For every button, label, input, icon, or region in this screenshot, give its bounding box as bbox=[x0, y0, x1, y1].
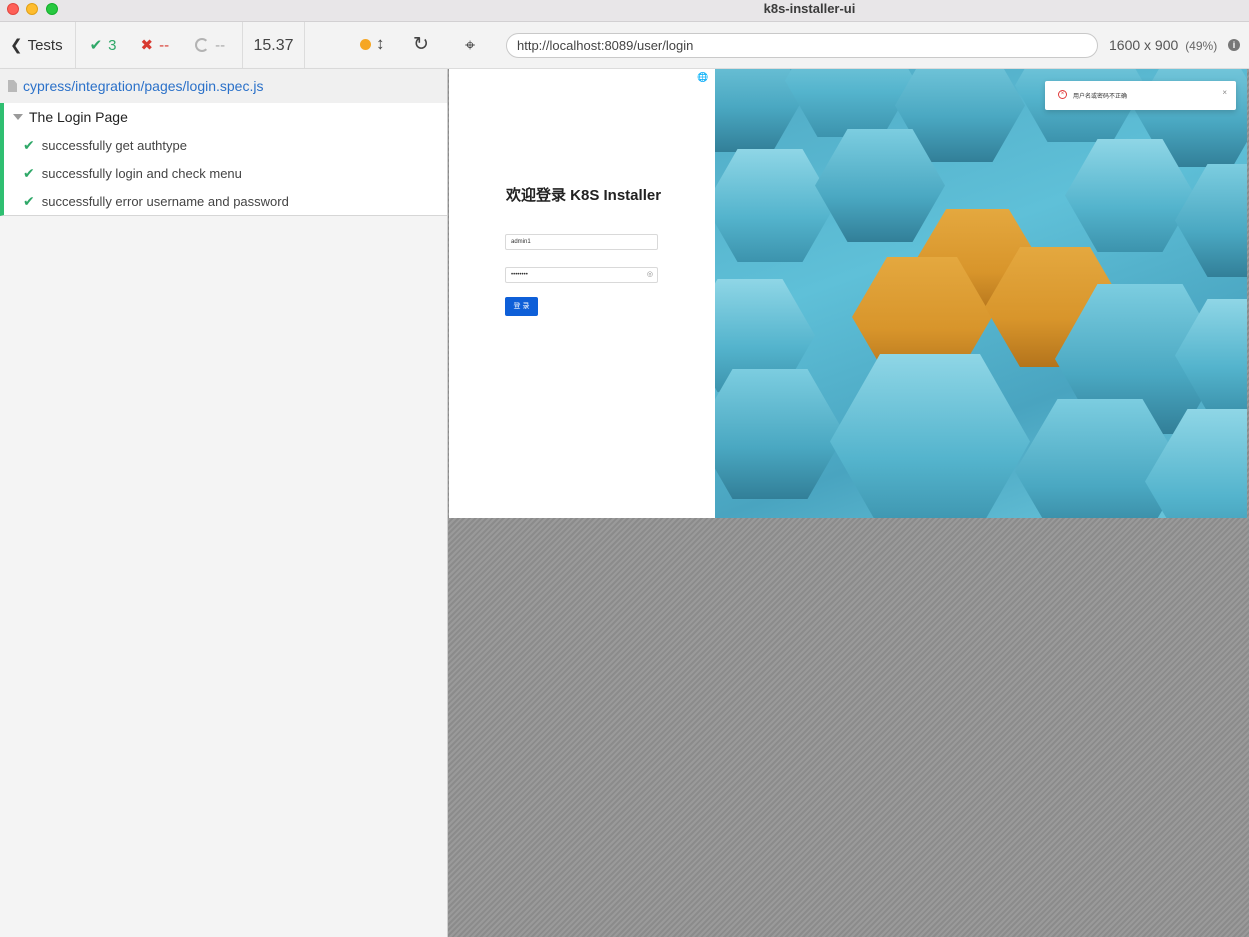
info-icon[interactable]: i bbox=[1228, 39, 1240, 51]
suite-header[interactable]: The Login Page bbox=[4, 103, 447, 131]
check-icon: ✔ bbox=[23, 164, 35, 181]
hexagon-shape bbox=[715, 149, 835, 262]
check-icon: ✔ bbox=[23, 192, 35, 209]
spinner-icon bbox=[195, 38, 210, 52]
test-title: successfully login and check menu bbox=[41, 165, 242, 181]
login-button[interactable]: 登 录 bbox=[505, 297, 538, 316]
app-frame: 🌐 欢迎登录 K8S Installer admin1 •••••••• ◎ 登… bbox=[449, 69, 1247, 518]
spec-file-link[interactable]: cypress/integration/pages/login.spec.js bbox=[23, 78, 263, 94]
crosshair-icon[interactable]: ⌖ bbox=[465, 35, 475, 56]
reload-icon[interactable]: ↻ bbox=[413, 33, 429, 56]
tests-label: Tests bbox=[27, 36, 63, 54]
file-icon bbox=[8, 80, 17, 92]
pending-value: -- bbox=[215, 36, 226, 54]
window-titlebar: k8s-installer-ui bbox=[0, 0, 1249, 22]
pending-count: -- bbox=[195, 37, 225, 54]
run-duration: 15.37 bbox=[242, 22, 305, 69]
url-bar[interactable]: http://localhost:8089/user/login bbox=[506, 33, 1098, 58]
test-item[interactable]: ✔ successfully error username and passwo… bbox=[4, 187, 447, 215]
error-circle-icon: × bbox=[1058, 90, 1067, 99]
spec-file-header: cypress/integration/pages/login.spec.js bbox=[0, 69, 447, 103]
failed-value: -- bbox=[159, 36, 170, 54]
login-form-panel: 🌐 欢迎登录 K8S Installer admin1 •••••••• ◎ 登… bbox=[449, 69, 715, 518]
reporter-panel: cypress/integration/pages/login.spec.js … bbox=[0, 69, 448, 937]
close-icon[interactable]: × bbox=[1222, 88, 1227, 97]
passed-value: 3 bbox=[108, 36, 117, 54]
test-suite: The Login Page ✔ successfully get authty… bbox=[0, 103, 447, 216]
globe-icon[interactable]: 🌐 bbox=[697, 72, 708, 83]
tests-button[interactable]: ❮ Tests bbox=[0, 22, 76, 68]
password-value: •••••••• bbox=[511, 272, 528, 278]
app-under-test-area: 🌐 欢迎登录 K8S Installer admin1 •••••••• ◎ 登… bbox=[448, 69, 1249, 937]
check-icon: ✔ bbox=[23, 136, 35, 153]
hexagon-shape bbox=[830, 354, 1030, 518]
browser-toolbar: ⌖ http://localhost:8089/user/login 1600 … bbox=[448, 22, 1249, 69]
reporter-header: ❮ Tests ✔ 3 ✖ -- -- 15.37 ↕ ↻ bbox=[0, 22, 448, 69]
viewport-dimensions: 1600 x 900 bbox=[1109, 37, 1179, 53]
hexagon-shape bbox=[715, 369, 845, 499]
toast-message: 用户名或密码不正确 bbox=[1073, 94, 1128, 100]
test-item[interactable]: ✔ successfully get authtype bbox=[4, 131, 447, 159]
failed-count: ✖ -- bbox=[140, 36, 170, 55]
window-title: k8s-installer-ui bbox=[763, 1, 856, 16]
password-input[interactable]: •••••••• ◎ bbox=[505, 267, 658, 283]
passed-count: ✔ 3 bbox=[89, 36, 117, 55]
hexagon-shape bbox=[785, 69, 915, 137]
status-dot-icon bbox=[360, 39, 371, 50]
suite-title: The Login Page bbox=[29, 109, 128, 125]
viewport-size: 1600 x 900 (49%) bbox=[1109, 37, 1217, 53]
test-title: successfully error username and password bbox=[41, 193, 289, 209]
viewport-scale: (49%) bbox=[1185, 39, 1218, 53]
test-title: successfully get authtype bbox=[41, 137, 187, 153]
username-input[interactable]: admin1 bbox=[505, 234, 658, 250]
background-image bbox=[715, 69, 1247, 518]
eye-icon[interactable]: ◎ bbox=[647, 268, 653, 282]
check-icon: ✔ bbox=[89, 37, 103, 54]
test-item[interactable]: ✔ successfully login and check menu bbox=[4, 159, 447, 187]
x-icon: ✖ bbox=[140, 37, 154, 54]
chevron-left-icon: ❮ bbox=[10, 37, 23, 54]
error-toast: × 用户名或密码不正确 × bbox=[1045, 81, 1236, 110]
login-title: 欢迎登录 K8S Installer bbox=[506, 187, 662, 204]
up-down-arrow-icon[interactable]: ↕ bbox=[376, 34, 385, 54]
caret-down-icon bbox=[13, 114, 23, 120]
